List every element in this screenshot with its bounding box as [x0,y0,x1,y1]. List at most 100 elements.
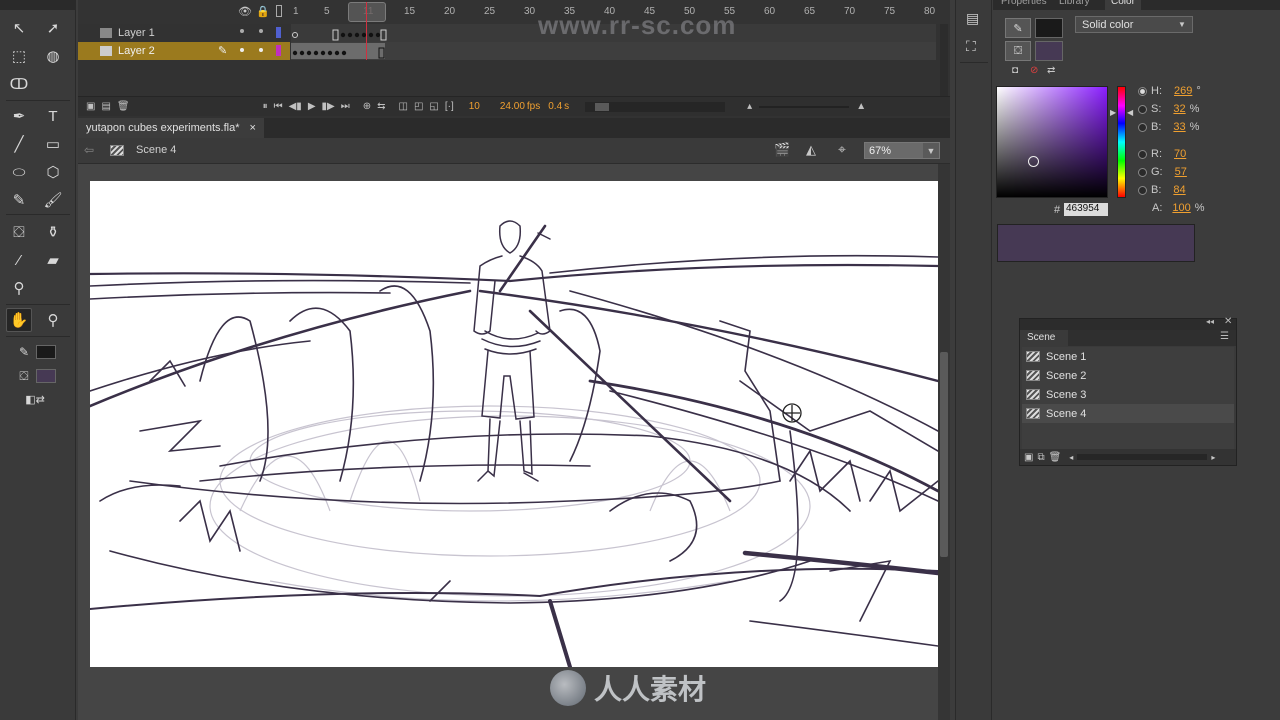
red-value[interactable]: 70 [1174,148,1186,160]
saturation-brightness-picker[interactable] [996,86,1108,198]
timeline-zoom-slider[interactable] [759,105,850,108]
layer-color-chip[interactable] [276,45,281,56]
fill-color-swatch[interactable] [36,369,56,383]
brightness-value[interactable]: 33 [1173,121,1185,133]
hue-slider-arrow-icon[interactable]: ▶ [1110,108,1116,117]
hue-radio[interactable] [1138,86,1147,96]
blue-row[interactable]: B: 84 [1138,184,1186,196]
color-type-select[interactable]: Solid color ▼ [1075,16,1193,33]
saturation-row[interactable]: S: 32 % [1138,103,1199,115]
next-frame-icon[interactable]: ▮▶ [322,101,335,112]
eyedropper-tool-icon[interactable]: ⁄ [6,248,32,272]
last-frame-icon[interactable]: ⏭ [341,101,350,112]
add-scene-icon[interactable]: ▣ [1024,452,1033,463]
pen-tool-icon[interactable]: ✒ [6,104,32,128]
edit-multiple-icon[interactable]: ◱ [429,101,438,112]
play-icon[interactable]: ▶ [308,101,316,112]
hue-slider[interactable] [1117,86,1126,198]
timeline-hscroll[interactable] [585,101,726,112]
new-layer-icon[interactable]: ▣ [86,101,95,112]
hand-tool-icon[interactable]: ✋ [6,308,32,332]
zoom-tool-icon[interactable]: ⚲ [40,308,66,332]
new-folder-icon[interactable]: ▤ [101,101,110,112]
close-tab-icon[interactable]: × [249,122,255,134]
free-transform-tool-icon[interactable]: ⬚ [6,44,32,68]
center-frame-icon[interactable]: ⊕ [363,101,371,112]
align-panel-icon[interactable]: ▤ [966,10,979,27]
center-stage-icon[interactable]: ⌖ [838,141,846,158]
lock-icon[interactable]: 🔒 [256,5,270,18]
red-row[interactable]: R: 70 [1138,148,1186,160]
brightness-radio[interactable] [1138,122,1147,132]
blue-radio[interactable] [1138,185,1147,195]
paint-bucket-tool-icon[interactable]: ⛋ [6,220,32,244]
bone-tool-icon[interactable]: ⚲ [6,276,32,300]
time-value[interactable]: 0.4 [548,101,562,112]
lock-dot[interactable] [259,29,263,33]
edit-scene-icon[interactable]: 🎬 [774,142,790,158]
back-arrow-icon[interactable]: ⇦ [84,143,94,157]
scroll-right-icon[interactable]: ▸ [1211,453,1215,462]
3d-rotation-tool-icon[interactable]: ◍ [40,44,66,68]
stroke-pencil-icon[interactable]: ✎ [1005,18,1031,38]
selection-tool-icon[interactable]: ↖ [6,16,32,40]
stroke-color-swatch[interactable] [1035,18,1063,38]
delete-scene-icon[interactable]: 🗑 [1049,452,1062,463]
hue-slider-arrow-icon[interactable]: ◀ [1127,108,1133,117]
document-tab[interactable]: yutapon cubes experiments.fla* × [78,118,264,138]
tab-library[interactable]: Library [1053,0,1096,10]
visibility-dot[interactable] [240,48,244,52]
brightness-row[interactable]: B: 33 % [1138,121,1199,133]
subselection-tool-icon[interactable]: ➚ [40,16,66,40]
pencil-tool-icon[interactable]: ✎ [6,188,32,212]
lock-dot[interactable] [259,48,263,52]
stroke-color-swatch[interactable] [36,345,56,359]
scene-item[interactable]: Scene 1 [1022,347,1234,366]
blue-value[interactable]: 84 [1173,184,1185,196]
edit-symbols-icon[interactable]: ◭ [806,142,816,158]
fill-color-swatch[interactable] [1035,41,1063,61]
stage-vscroll-thumb[interactable] [940,352,948,557]
fps-value[interactable]: 24.00 [500,101,525,112]
brush-tool-icon[interactable]: 🖌 [40,188,66,212]
playhead-marker[interactable] [348,2,386,22]
oval-tool-icon[interactable]: ⬭ [6,160,32,184]
tab-properties[interactable]: Properties [995,0,1053,10]
scene-hscroll[interactable] [1077,454,1208,460]
text-tool-icon[interactable]: T [40,104,66,128]
hscroll-thumb[interactable] [595,102,610,111]
green-radio[interactable] [1138,167,1147,177]
stage-canvas[interactable] [90,181,938,667]
collapse-icon[interactable]: ◂◂ [1206,317,1214,326]
green-value[interactable]: 57 [1175,166,1187,178]
scene-item-selected[interactable]: Scene 4 [1022,404,1234,423]
red-radio[interactable] [1138,149,1147,159]
hex-input[interactable]: 463954 [1064,203,1108,216]
layer-row-1[interactable]: Layer 1 [78,24,290,42]
current-frame-value[interactable]: 10 [469,101,480,112]
fill-bucket-icon[interactable]: ⛋ [1005,41,1031,61]
delete-layer-icon[interactable]: 🗑 [117,101,130,112]
current-scene-name[interactable]: Scene 4 [136,144,176,156]
swap-colors-icon[interactable]: ◧⇄ [22,390,48,408]
outline-icon[interactable] [276,5,282,17]
ink-bottle-tool-icon[interactable]: ⚱ [40,220,66,244]
loop-playback-icon[interactable]: ⇆ [377,101,385,112]
duplicate-scene-icon[interactable]: ⧉ [1037,452,1044,463]
layer-2-frames[interactable] [291,42,936,60]
zoom-select[interactable]: 67% ▼ [864,142,940,159]
black-white-icon[interactable]: ◘ [1012,65,1018,76]
onion-outline-icon[interactable]: ◰ [414,101,423,112]
alpha-value[interactable]: 100 [1172,202,1190,214]
timeline-vscroll[interactable] [940,24,948,96]
scroll-left-icon[interactable]: ◂ [1069,453,1073,462]
hue-value[interactable]: 269 [1174,85,1192,97]
scene-item[interactable]: Scene 3 [1022,385,1234,404]
tab-color[interactable]: Color [1105,0,1141,10]
prev-frame-icon[interactable]: ◀▮ [289,101,302,112]
saturation-radio[interactable] [1138,104,1147,114]
scene-item[interactable]: Scene 2 [1022,366,1234,385]
transform-panel-icon[interactable]: ⛶ [966,38,976,55]
visibility-dot[interactable] [240,29,244,33]
rectangle-tool-icon[interactable]: ▭ [40,132,66,156]
